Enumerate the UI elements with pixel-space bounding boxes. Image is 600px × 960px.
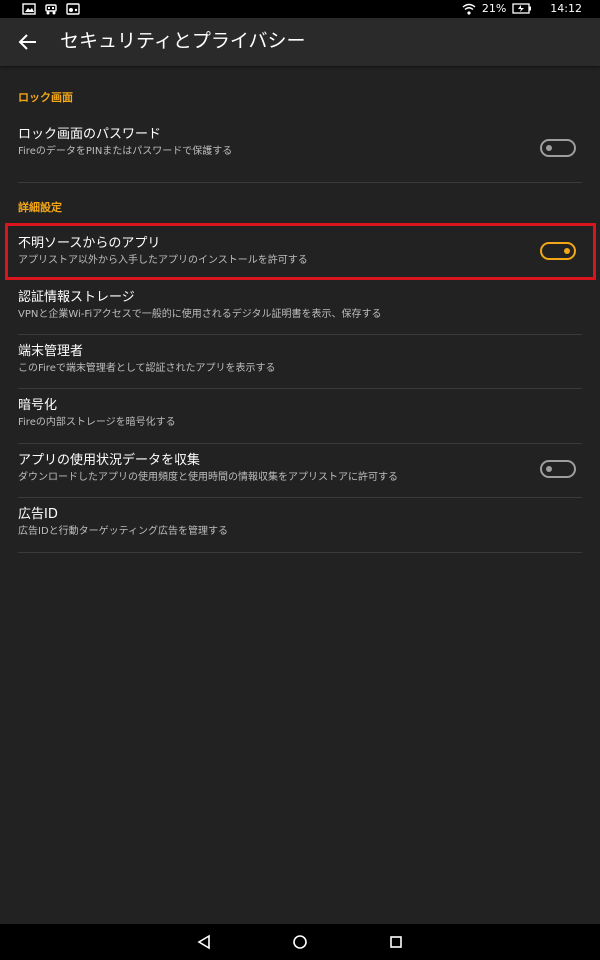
battery-percent: 21%: [481, 2, 507, 15]
status-bar: 21% 14:12: [0, 0, 600, 18]
status-bar-notification-icons: [22, 3, 80, 15]
nav-recents-icon: [390, 936, 402, 948]
back-arrow-icon: [18, 34, 36, 50]
nav-home-icon: [293, 935, 307, 949]
nav-recents-button[interactable]: [386, 932, 406, 952]
navigation-bar: [0, 924, 600, 960]
setting-row-device-administrators[interactable]: 端末管理者 このFireで端末管理者として認証されたアプリを表示する: [18, 343, 582, 376]
page-title: セキュリティとプライバシー: [60, 30, 306, 52]
status-time: 14:12: [550, 2, 582, 15]
section-header-lock-screen: ロック画面: [18, 91, 73, 104]
setting-row-ad-id[interactable]: 広告ID 広告IDと行動ターゲッティング広告を管理する: [18, 506, 582, 539]
divider: [18, 334, 582, 335]
setting-title: 認証情報ストレージ: [18, 290, 135, 305]
app-bar: セキュリティとプライバシー: [0, 18, 600, 66]
setting-subtitle: このFireで端末管理者として認証されたアプリを表示する: [18, 363, 276, 374]
toggle-knob: [546, 466, 552, 472]
setting-subtitle: ダウンロードしたアプリの使用頻度と使用時間の情報収集をアプリストアに許可する: [18, 472, 398, 483]
setting-row-usage-data[interactable]: アプリの使用状況データを収集 ダウンロードしたアプリの使用頻度と使用時間の情報収…: [18, 452, 582, 485]
highlight-box: [5, 223, 596, 280]
divider: [18, 497, 582, 498]
setting-title: 広告ID: [18, 507, 58, 522]
setting-title: ロック画面のパスワード: [18, 127, 162, 142]
section-header-advanced: 詳細設定: [18, 201, 62, 214]
battery-charging-icon: [512, 3, 532, 14]
setting-subtitle: VPNと企業Wi-Fiアクセスで一般的に使用されるデジタル証明書を表示、保存する: [18, 309, 382, 320]
setting-title: 端末管理者: [18, 344, 84, 359]
setting-row-encryption[interactable]: 暗号化 Fireの内部ストレージを暗号化する: [18, 397, 582, 430]
lock-password-toggle[interactable]: [540, 139, 576, 157]
nav-back-button[interactable]: [194, 932, 214, 952]
divider: [18, 182, 582, 183]
setting-subtitle: 広告IDと行動ターゲッティング広告を管理する: [18, 526, 229, 537]
wifi-icon: [462, 3, 476, 15]
setting-row-credential-storage[interactable]: 認証情報ストレージ VPNと企業Wi-Fiアクセスで一般的に使用されるデジタル証…: [18, 289, 582, 322]
robot-icon: [45, 4, 57, 15]
setting-subtitle: FireのデータをPINまたはパスワードで保護する: [18, 146, 233, 157]
nav-back-icon: [197, 934, 210, 950]
cast-icon: [66, 3, 80, 15]
toggle-knob: [546, 145, 552, 151]
setting-title: 暗号化: [18, 398, 58, 413]
usage-data-toggle[interactable]: [540, 460, 576, 478]
nav-home-button[interactable]: [290, 932, 310, 952]
divider: [18, 552, 582, 553]
setting-subtitle: Fireの内部ストレージを暗号化する: [18, 417, 176, 428]
image-icon: [22, 3, 36, 15]
setting-title: アプリの使用状況データを収集: [18, 453, 201, 468]
back-button[interactable]: [14, 28, 42, 56]
divider: [18, 388, 582, 389]
setting-row-lock-password[interactable]: ロック画面のパスワード FireのデータをPINまたはパスワードで保護する: [18, 126, 582, 159]
divider: [18, 443, 582, 444]
